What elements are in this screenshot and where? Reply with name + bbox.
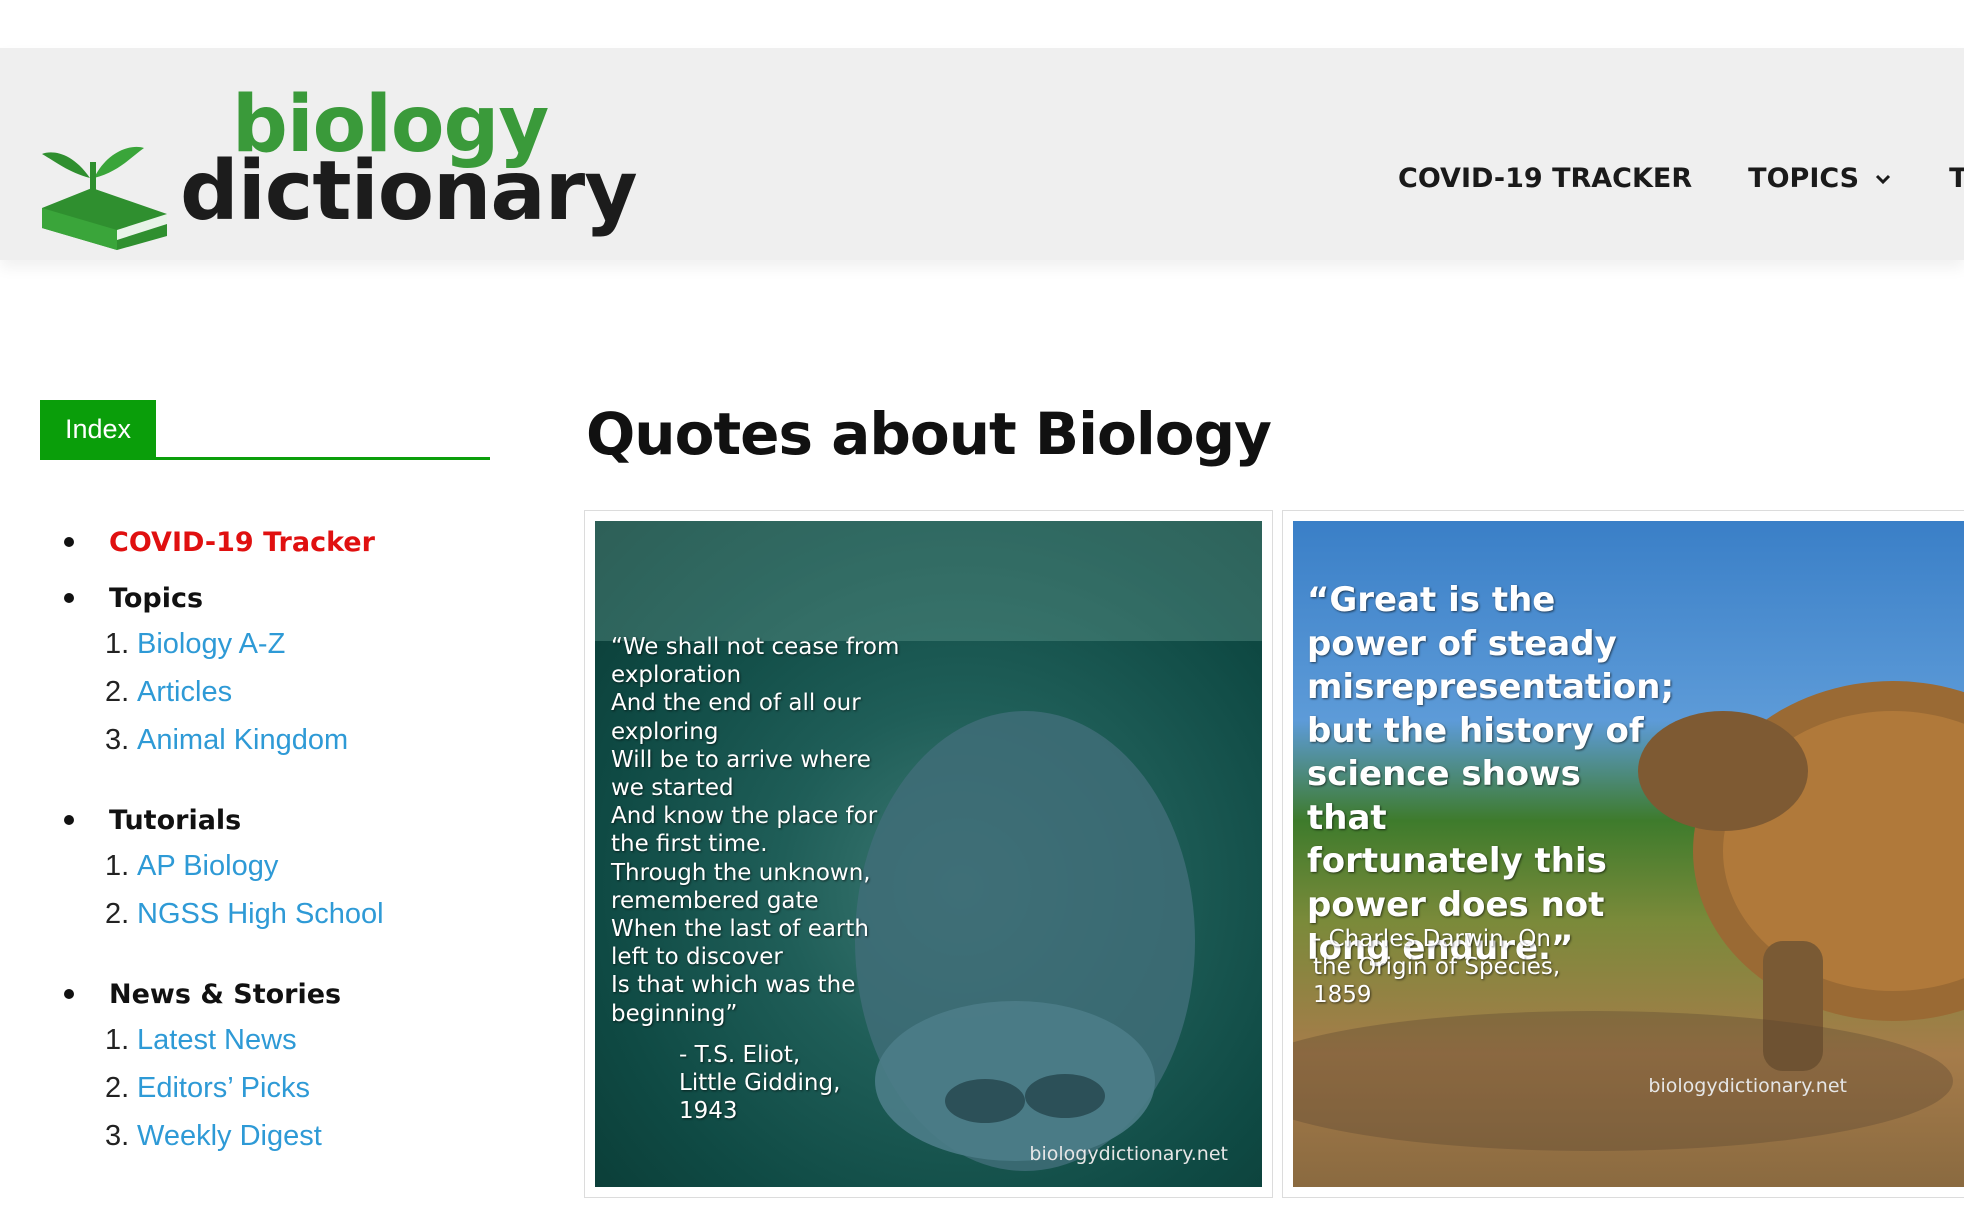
sidebar-link[interactable]: Articles — [137, 676, 232, 709]
site-header: biology dictionary COVID-19 TRACKER TOPI… — [0, 48, 1964, 260]
logo-text-dictionary: dictionary — [180, 144, 638, 239]
quote-card[interactable]: “We shall not cease from exploration And… — [584, 510, 1273, 1198]
index-header: Index — [40, 400, 490, 460]
sidebar-link[interactable]: Editors’ Picks — [137, 1072, 310, 1105]
quote-attribution: - T.S. Eliot, Little Gidding, 1943 — [679, 1042, 841, 1124]
nav-tutorials-label: TUTO — [1949, 163, 1964, 194]
image-watermark: biologydictionary.net — [1029, 1143, 1228, 1165]
sidebar-heading-topics: Topics — [60, 576, 500, 620]
list-number: 3. — [105, 1119, 130, 1152]
list-number: 2. — [105, 675, 130, 708]
book-sprout-icon — [42, 146, 167, 250]
sidebar-link[interactable]: NGSS High School — [137, 898, 384, 931]
page-title: Quotes about Biology — [586, 400, 1272, 468]
main-nav: COVID-19 TRACKER TOPICS TUTO — [1398, 163, 1964, 194]
index-tab: Index — [40, 400, 156, 459]
sidebar-heading-label: Topics — [109, 582, 204, 614]
bullet-icon — [64, 815, 74, 825]
sidebar-link[interactable]: Latest News — [137, 1024, 297, 1057]
nav-topics-label: TOPICS — [1748, 163, 1860, 194]
quote-text: “We shall not cease from exploration And… — [611, 634, 900, 1027]
sidebar-item-ngss-high-school[interactable]: 2. NGSS High School — [105, 890, 500, 938]
bullet-icon — [64, 593, 74, 603]
site-logo[interactable]: biology dictionary — [32, 80, 638, 250]
sidebar-group-news: News & Stories 1. Latest News 2. Editors’ … — [60, 972, 500, 1160]
sidebar-item-weekly-digest[interactable]: 3. Weekly Digest — [105, 1112, 500, 1160]
sidebar-item-label: COVID-19 Tracker — [109, 526, 375, 558]
sidebar-group-tutorials: Tutorials 1. AP Biology 2. NGSS High Schoo… — [60, 798, 500, 938]
sidebar-heading-news: News & Stories — [60, 972, 500, 1016]
nav-covid-tracker[interactable]: COVID-19 TRACKER — [1398, 163, 1692, 194]
list-number: 3. — [105, 723, 130, 756]
nav-covid-tracker-label: COVID-19 TRACKER — [1398, 163, 1693, 194]
sidebar-sublist-topics: 1. Biology A-Z 2. Articles 3. Animal Kingdo… — [60, 620, 500, 764]
sidebar-heading-tutorials: Tutorials — [60, 798, 500, 842]
sidebar-link[interactable]: Biology A-Z — [137, 628, 285, 661]
list-number: 1. — [105, 1023, 130, 1056]
quote-card[interactable]: “Great is the power of steady misreprese… — [1282, 510, 1964, 1198]
sidebar-link[interactable]: Weekly Digest — [137, 1120, 322, 1153]
sidebar-item-biology-az[interactable]: 1. Biology A-Z — [105, 620, 500, 668]
sidebar-item-ap-biology[interactable]: 1. AP Biology — [105, 842, 500, 890]
sidebar-sublist-tutorials: 1. AP Biology 2. NGSS High School — [60, 842, 500, 938]
sidebar-heading-label: News & Stories — [109, 978, 342, 1010]
list-number: 2. — [105, 1071, 130, 1104]
bullet-icon — [64, 537, 74, 547]
bullet-icon — [64, 989, 74, 999]
sidebar-group-topics: Topics 1. Biology A-Z 2. Articles 3. Animal… — [60, 576, 500, 764]
sidebar-index: COVID-19 Tracker Topics 1. Biology A-Z 2.… — [60, 520, 500, 1194]
image-watermark: biologydictionary.net — [1648, 1075, 1847, 1097]
sidebar-heading-label: Tutorials — [109, 804, 242, 836]
nav-topics[interactable]: TOPICS — [1748, 163, 1893, 194]
quote-attribution: - Charles Darwin, On the Origin of Speci… — [1313, 926, 1561, 1008]
sidebar-item-articles[interactable]: 2. Articles — [105, 668, 500, 716]
sidebar-group-covid: COVID-19 Tracker — [60, 520, 500, 564]
sidebar-sublist-news: 1. Latest News 2. Editors’ Picks 3. Weekly … — [60, 1016, 500, 1160]
sidebar-item-editors-picks[interactable]: 2. Editors’ Picks — [105, 1064, 500, 1112]
quote-image-manatee[interactable]: “We shall not cease from exploration And… — [595, 521, 1262, 1187]
chevron-down-icon — [1876, 174, 1891, 184]
sidebar-item-latest-news[interactable]: 1. Latest News — [105, 1016, 500, 1064]
list-number: 1. — [105, 627, 130, 660]
sidebar-item-animal-kingdom[interactable]: 3. Animal Kingdom — [105, 716, 500, 764]
list-number: 1. — [105, 849, 130, 882]
sidebar-item-covid-tracker[interactable]: COVID-19 Tracker — [60, 520, 500, 564]
sidebar-link[interactable]: AP Biology — [137, 850, 278, 883]
sidebar-link[interactable]: Animal Kingdom — [137, 724, 348, 757]
list-number: 2. — [105, 897, 130, 930]
nav-tutorials[interactable]: TUTO — [1949, 163, 1964, 194]
quote-text: “Great is the power of steady misreprese… — [1307, 580, 1675, 968]
quote-image-tortoise[interactable]: “Great is the power of steady misreprese… — [1293, 521, 1964, 1187]
